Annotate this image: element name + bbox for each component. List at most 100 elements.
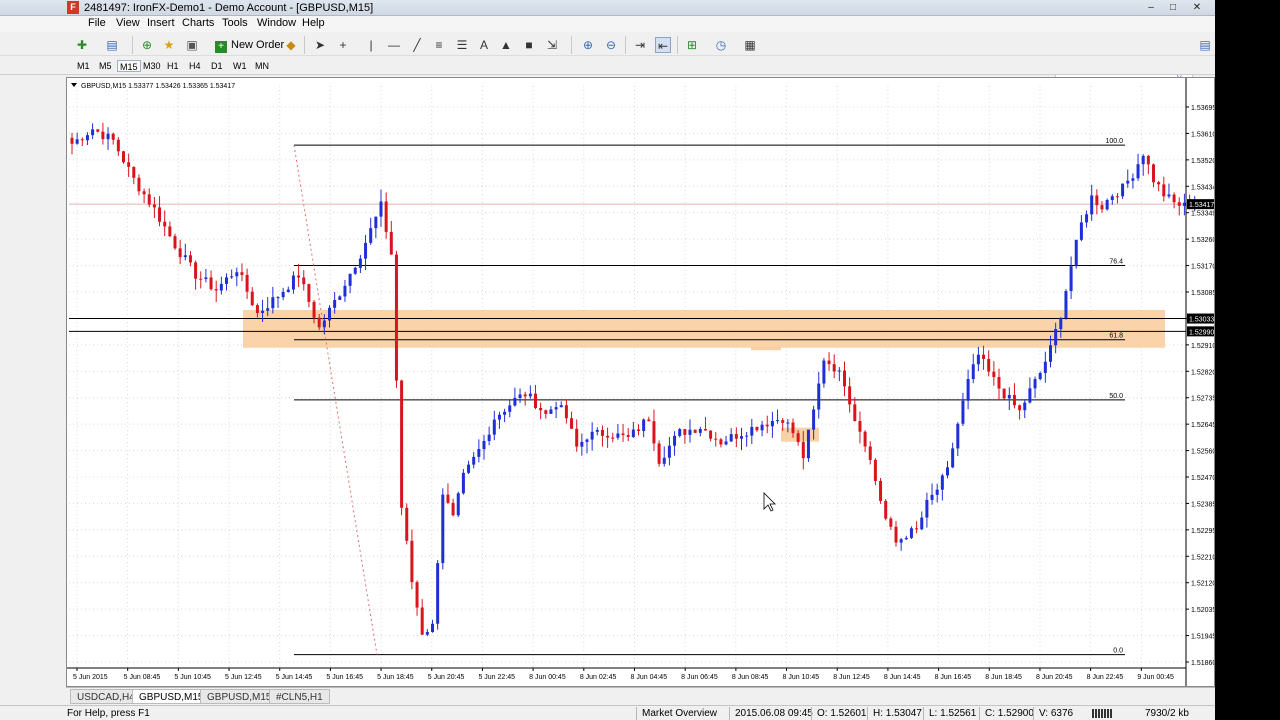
autoscroll-icon[interactable]: ⇤ xyxy=(655,37,671,53)
navigator-icon[interactable]: ★ xyxy=(161,37,177,53)
candle-bull xyxy=(225,277,228,284)
candle-bull xyxy=(590,431,594,440)
text-icon[interactable]: A xyxy=(476,37,492,53)
candle-bear xyxy=(1002,388,1006,399)
tab-gbpusd-m15-2[interactable]: GBPUSD,M15 xyxy=(200,689,279,704)
candle-bear xyxy=(70,137,74,144)
fibonacci-icon[interactable]: ☰ xyxy=(454,37,470,53)
candle-bull xyxy=(946,467,949,476)
status-profile[interactable]: Market Overview xyxy=(642,708,717,719)
trendline-icon[interactable]: ╱ xyxy=(409,37,425,53)
candle-bull xyxy=(1049,345,1052,362)
timeframe-m15[interactable]: M15 xyxy=(117,60,141,72)
candle-bull xyxy=(353,267,357,274)
triangle-icon[interactable]: ▲ xyxy=(498,37,514,53)
fibonacci-level-label: 61.8 xyxy=(1109,333,1123,340)
new-order-button[interactable]: + New Order xyxy=(215,37,284,53)
connection-status-icon[interactable] xyxy=(1092,709,1112,718)
candle-bear xyxy=(853,404,857,422)
menu-window[interactable]: Window xyxy=(257,17,296,29)
candle-bear xyxy=(564,405,568,419)
candle-bear xyxy=(734,434,738,439)
candle-bull xyxy=(673,435,677,446)
fibonacci-level-label: 0.0 xyxy=(1113,648,1123,655)
crosshair-icon[interactable]: + xyxy=(335,37,351,53)
profiles-icon[interactable]: ▤ xyxy=(104,37,120,53)
candle-bull xyxy=(935,489,939,495)
tab-gbpusd-m15[interactable]: GBPUSD,M15 xyxy=(132,689,211,704)
price-label: 1.53417 xyxy=(1189,202,1214,209)
tab-cln5-h1[interactable]: #CLN5,H1 xyxy=(269,689,330,704)
menu-charts[interactable]: Charts xyxy=(182,17,214,29)
zoom-in-icon[interactable]: ⊕ xyxy=(580,37,596,53)
menu-tools[interactable]: Tools xyxy=(222,17,248,29)
timeframe-m5[interactable]: M5 xyxy=(97,60,114,72)
candle-bear xyxy=(1177,202,1181,206)
timeframe-m30[interactable]: M30 xyxy=(141,60,163,72)
timeframe-m1[interactable]: M1 xyxy=(75,60,92,72)
close-button[interactable]: ✕ xyxy=(1188,2,1206,14)
candle-bull xyxy=(436,563,440,624)
candle-bull xyxy=(786,422,790,424)
candle-bull xyxy=(343,285,347,297)
candle-bull xyxy=(724,441,728,445)
candle-bull xyxy=(477,449,481,457)
indicators-icon[interactable]: ⊞ xyxy=(684,37,700,53)
timeframe-h4[interactable]: H4 xyxy=(187,60,203,72)
timeframe-w1[interactable]: W1 xyxy=(231,60,249,72)
title-bar[interactable]: F 2481497: IronFX-Demo1 - Demo Account -… xyxy=(0,0,1215,16)
candle-bear xyxy=(884,500,888,519)
options-icon[interactable]: ▤ xyxy=(1197,37,1213,53)
candle-bear xyxy=(693,429,697,433)
menu-view[interactable]: View xyxy=(116,17,140,29)
minimize-button[interactable]: – xyxy=(1142,2,1160,14)
candle-bull xyxy=(1038,373,1042,380)
candle-bear xyxy=(400,380,404,508)
candle-bear xyxy=(781,420,785,423)
price-chart[interactable]: 100.0 76.4 61.8 50.0 0.0 1.53695 1.53610 1.5352… xyxy=(67,78,1214,686)
arrows-icon[interactable]: ⇲ xyxy=(544,37,560,53)
time-tick-label: 8 Jun 06:45 xyxy=(681,674,718,681)
menu-help[interactable]: Help xyxy=(302,17,325,29)
price-tick-label: 1.53260 xyxy=(1191,237,1214,244)
candle-bear xyxy=(389,231,393,255)
price-label: 1.52990 xyxy=(1189,329,1214,336)
cursor-icon[interactable]: ➤ xyxy=(312,37,328,53)
chart-background[interactable] xyxy=(67,78,1214,686)
candle-bull xyxy=(770,420,774,427)
candle-bull xyxy=(472,456,476,465)
timeframe-h1[interactable]: H1 xyxy=(165,60,181,72)
maximize-button[interactable]: □ xyxy=(1164,2,1182,14)
timeframe-mn[interactable]: MN xyxy=(253,60,271,72)
candle-bull xyxy=(91,129,95,136)
candle-bull xyxy=(760,424,764,431)
time-tick-label: 8 Jun 14:45 xyxy=(884,674,921,681)
price-tick-label: 1.52470 xyxy=(1191,475,1214,482)
fibonacci-level-label: 76.4 xyxy=(1109,259,1123,266)
candle-bull xyxy=(951,448,955,468)
status-separator xyxy=(729,707,730,720)
market-watch-icon[interactable]: ⊕ xyxy=(139,37,155,53)
zoom-out-icon[interactable]: ⊖ xyxy=(603,37,619,53)
candle-bear xyxy=(255,305,259,313)
timeframe-d1[interactable]: D1 xyxy=(209,60,225,72)
templates-icon[interactable]: ▦ xyxy=(742,37,758,53)
candle-bear xyxy=(446,494,450,503)
chart-window[interactable]: 100.0 76.4 61.8 50.0 0.0 1.53695 1.53610 1.5352… xyxy=(66,77,1215,687)
new-chart-icon[interactable]: ✚ xyxy=(74,37,90,53)
menu-file[interactable]: File xyxy=(88,17,106,29)
terminal-icon[interactable]: ▣ xyxy=(184,37,200,53)
autotrading-icon[interactable]: ◆ xyxy=(283,37,299,53)
rectangle-icon[interactable]: ■ xyxy=(521,37,537,53)
vertical-line-icon[interactable]: | xyxy=(363,37,379,53)
chart-shift-icon[interactable]: ⇥ xyxy=(632,37,648,53)
periods-icon[interactable]: ◷ xyxy=(713,37,729,53)
price-tick-label: 1.52295 xyxy=(1191,528,1214,535)
candle-bear xyxy=(647,419,651,422)
price-tick-label: 1.52645 xyxy=(1191,422,1214,429)
candle-bull xyxy=(1054,329,1058,346)
channel-icon[interactable]: ≡ xyxy=(431,37,447,53)
horizontal-line-icon[interactable]: — xyxy=(386,37,402,53)
candle-bull xyxy=(688,429,692,435)
menu-insert[interactable]: Insert xyxy=(147,17,175,29)
